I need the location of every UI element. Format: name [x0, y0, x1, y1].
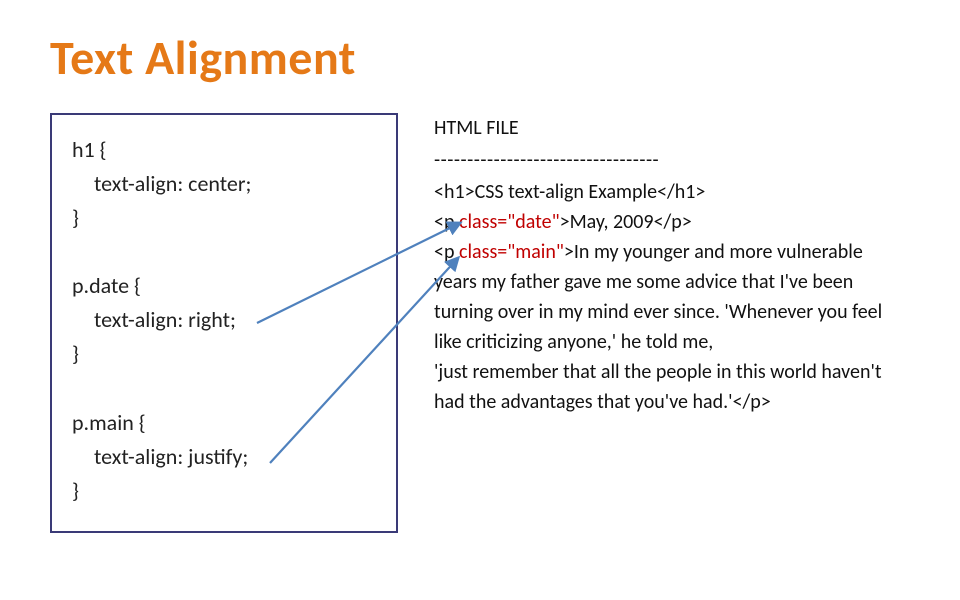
- html-line-h1: <h1>CSS text-align Example</h1>: [434, 177, 904, 207]
- css-selector: p.main {: [72, 406, 376, 440]
- css-code-box: h1 { text-align: center; } p.date { text…: [50, 113, 398, 533]
- slide-title: Text Alignment: [50, 28, 910, 87]
- css-declaration: text-align: justify;: [72, 440, 376, 474]
- html-line-date: <p class="date">May, 2009</p>: [434, 207, 904, 237]
- tag-rest: >May, 2009</p>: [560, 210, 692, 234]
- tag-open: <p: [434, 240, 459, 264]
- html-divider: ----------------------------------: [434, 145, 904, 175]
- slide-content: h1 { text-align: center; } p.date { text…: [50, 113, 910, 533]
- text: CSS text-align Example</h1>: [475, 180, 706, 204]
- css-close: }: [72, 337, 376, 371]
- css-close: }: [72, 474, 376, 508]
- css-declaration: text-align: right;: [72, 303, 376, 337]
- slide: Text Alignment h1 { text-align: center; …: [0, 0, 960, 600]
- tag: <h1>: [434, 180, 475, 204]
- css-selector: p.date {: [72, 269, 376, 303]
- html-line-quote2: 'just remember that all the people in th…: [434, 357, 904, 417]
- html-sample: HTML FILE ------------------------------…: [434, 113, 910, 417]
- class-attr: class="date": [459, 210, 560, 234]
- css-block-date: p.date { text-align: right; }: [72, 269, 376, 371]
- css-selector: h1 {: [72, 133, 376, 167]
- css-block-h1: h1 { text-align: center; }: [72, 133, 376, 235]
- css-close: }: [72, 201, 376, 235]
- class-attr: class="main": [459, 240, 564, 264]
- css-declaration: text-align: center;: [72, 167, 376, 201]
- html-line-main: <p class="main">In my younger and more v…: [434, 237, 904, 357]
- css-block-main: p.main { text-align: justify; }: [72, 406, 376, 508]
- tag-open: <p: [434, 210, 459, 234]
- html-header: HTML FILE: [434, 113, 904, 143]
